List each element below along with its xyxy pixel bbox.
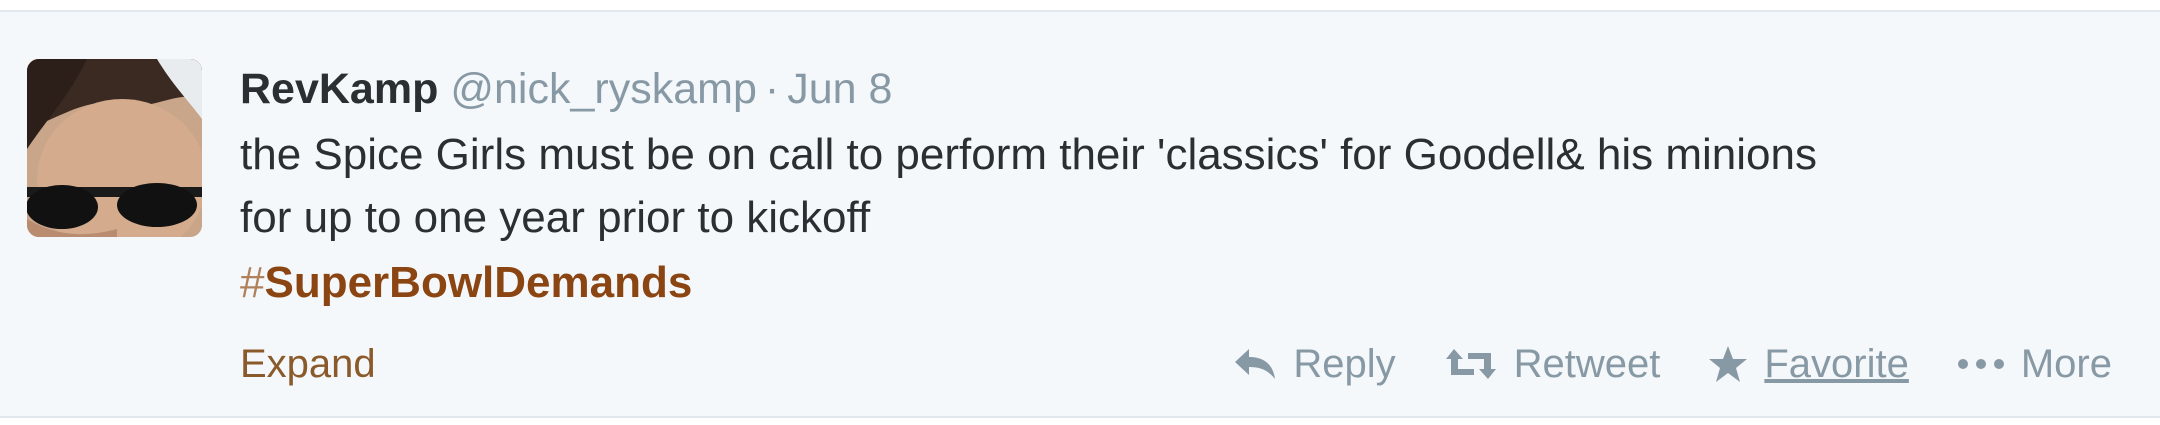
reply-label: Reply bbox=[1293, 342, 1396, 386]
display-name[interactable]: RevKamp bbox=[240, 65, 438, 113]
retweet-button[interactable]: Retweet bbox=[1444, 334, 1661, 394]
user-handle[interactable]: @nick_ryskamp bbox=[450, 65, 757, 113]
hashtag-symbol: # bbox=[240, 258, 265, 307]
reply-button[interactable]: Reply bbox=[1233, 334, 1396, 394]
more-label: More bbox=[2020, 342, 2112, 386]
more-button[interactable]: More bbox=[1957, 334, 2112, 394]
hashtag-link[interactable]: #SuperBowlDemands bbox=[240, 250, 692, 315]
hashtag-text: SuperBowlDemands bbox=[264, 258, 693, 307]
avatar-image bbox=[27, 59, 202, 237]
favorite-label: Favorite bbox=[1764, 342, 1909, 386]
ellipsis-icon bbox=[1957, 358, 2005, 370]
tweet-header: RevKamp @nick_ryskamp · Jun 8 bbox=[240, 54, 2120, 124]
header-separator: · bbox=[764, 65, 780, 113]
tweet-text-line-2: for up to one year prior to kickoff bbox=[240, 193, 871, 242]
tweet-date[interactable]: Jun 8 bbox=[787, 65, 892, 113]
retweet-icon bbox=[1444, 347, 1498, 381]
star-icon bbox=[1708, 345, 1748, 383]
tweet-text-line-1: the Spice Girls must be on call to perfo… bbox=[240, 130, 1817, 179]
retweet-label: Retweet bbox=[1513, 342, 1661, 386]
tweet-content: RevKamp @nick_ryskamp · Jun 8 the Spice Gir… bbox=[240, 54, 2120, 315]
favorite-button[interactable]: Favorite bbox=[1708, 334, 1909, 394]
avatar[interactable] bbox=[27, 59, 202, 237]
tweet-card[interactable]: RevKamp @nick_ryskamp · Jun 8 the Spice Gir… bbox=[0, 10, 2160, 418]
reply-arrow-icon bbox=[1233, 347, 1277, 381]
tweet-actions: Reply Retweet Favorite More bbox=[1233, 334, 2112, 394]
tweet-footer: Expand Reply Retweet Favorite More bbox=[240, 334, 2120, 394]
expand-link[interactable]: Expand bbox=[240, 334, 376, 394]
page: RevKamp @nick_ryskamp · Jun 8 the Spice Gir… bbox=[0, 0, 2160, 425]
